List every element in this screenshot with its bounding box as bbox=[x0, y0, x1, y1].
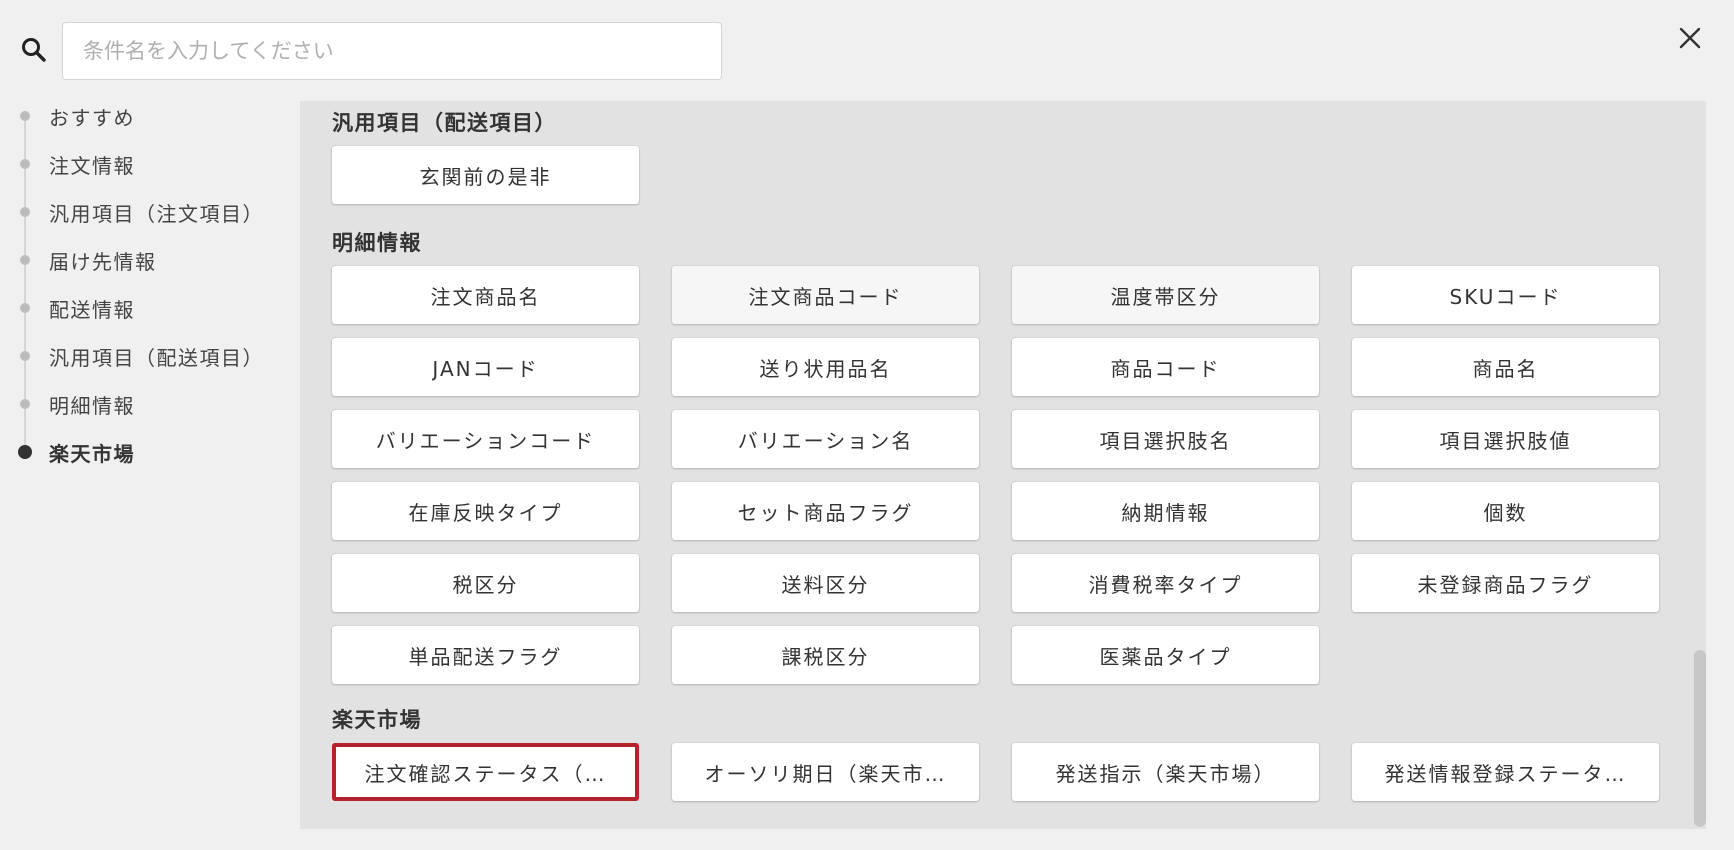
condition-button[interactable]: オーソリ期日（楽天市… bbox=[672, 743, 979, 801]
condition-button[interactable]: 送料区分 bbox=[672, 554, 979, 612]
condition-button[interactable]: 玄関前の是非 bbox=[332, 146, 639, 204]
condition-label: 項目選択肢名 bbox=[1099, 428, 1232, 453]
condition-label: 消費税率タイプ bbox=[1088, 572, 1243, 597]
nav-item-label: 汎用項目（配送項目） bbox=[49, 345, 264, 370]
nav-dot bbox=[20, 111, 30, 121]
condition-label: 注文商品コード bbox=[748, 284, 903, 309]
condition-button[interactable]: 項目選択肢値 bbox=[1352, 410, 1659, 468]
nav-dot bbox=[20, 159, 30, 169]
condition-label: バリエーション名 bbox=[737, 428, 914, 453]
condition-button[interactable]: SKUコード bbox=[1352, 266, 1659, 324]
nav-item-label: 汎用項目（注文項目） bbox=[49, 201, 264, 226]
nav-item-rakuten[interactable]: 楽天市場 bbox=[0, 432, 135, 472]
nav-item-recommended[interactable]: おすすめ bbox=[0, 96, 135, 136]
condition-label: 注文確認ステータス（… bbox=[364, 761, 607, 786]
scrollbar-thumb[interactable] bbox=[1694, 650, 1706, 827]
condition-button[interactable]: 税区分 bbox=[332, 554, 639, 612]
nav-item-label: 明細情報 bbox=[49, 393, 135, 418]
condition-button[interactable]: バリエーションコード bbox=[332, 410, 639, 468]
nav-dot bbox=[20, 351, 30, 361]
close-button[interactable] bbox=[1672, 22, 1708, 58]
condition-button[interactable]: 注文商品名 bbox=[332, 266, 639, 324]
condition-button-selected[interactable]: 注文確認ステータス（… bbox=[332, 743, 639, 801]
condition-button[interactable]: 個数 bbox=[1352, 482, 1659, 540]
condition-button[interactable]: 発送指示（楽天市場） bbox=[1012, 743, 1319, 801]
condition-button[interactable]: 商品コード bbox=[1012, 338, 1319, 396]
search-icon bbox=[20, 36, 48, 64]
condition-label: 商品名 bbox=[1472, 356, 1539, 381]
condition-label: 温度帯区分 bbox=[1110, 284, 1221, 309]
nav-item-delivery-info[interactable]: 配送情報 bbox=[0, 288, 135, 328]
condition-button[interactable]: 在庫反映タイプ bbox=[332, 482, 639, 540]
condition-button[interactable]: 項目選択肢名 bbox=[1012, 410, 1319, 468]
nav-dot bbox=[20, 207, 30, 217]
conditions-panel: 汎用項目（配送項目） 玄関前の是非 明細情報 注文商品名 注文商品コード 温度帯… bbox=[300, 101, 1706, 829]
condition-label: 課税区分 bbox=[781, 644, 870, 669]
condition-button[interactable]: 消費税率タイプ bbox=[1012, 554, 1319, 612]
condition-label: SKUコード bbox=[1449, 284, 1562, 309]
condition-label: JANコード bbox=[432, 356, 539, 381]
condition-button[interactable]: 医薬品タイプ bbox=[1012, 626, 1319, 684]
nav-item-label: 届け先情報 bbox=[49, 249, 157, 274]
condition-button[interactable]: JANコード bbox=[332, 338, 639, 396]
condition-button[interactable]: 納期情報 bbox=[1012, 482, 1319, 540]
nav-item-delivery-generic[interactable]: 汎用項目（配送項目） bbox=[0, 336, 264, 376]
condition-label: セット商品フラグ bbox=[737, 500, 914, 525]
nav-dot bbox=[20, 255, 30, 265]
condition-button[interactable]: 単品配送フラグ bbox=[332, 626, 639, 684]
condition-button[interactable]: 送り状用品名 bbox=[672, 338, 979, 396]
condition-label: 発送指示（楽天市場） bbox=[1055, 761, 1276, 786]
condition-label: 未登録商品フラグ bbox=[1417, 572, 1594, 597]
condition-button[interactable]: 温度帯区分 bbox=[1012, 266, 1319, 324]
condition-button[interactable]: セット商品フラグ bbox=[672, 482, 979, 540]
nav-item-label: 配送情報 bbox=[49, 297, 135, 322]
nav-dot-active bbox=[18, 445, 32, 459]
condition-label: 送り状用品名 bbox=[759, 356, 892, 381]
nav-item-details[interactable]: 明細情報 bbox=[0, 384, 135, 424]
search-input[interactable] bbox=[62, 22, 722, 80]
condition-button[interactable]: 商品名 bbox=[1352, 338, 1659, 396]
condition-label: バリエーションコード bbox=[375, 428, 596, 453]
section-title-delivery-generic: 汎用項目（配送項目） bbox=[332, 111, 557, 135]
nav-item-order-generic[interactable]: 汎用項目（注文項目） bbox=[0, 192, 264, 232]
condition-label: オーソリ期日（楽天市… bbox=[704, 761, 947, 786]
condition-label: 注文商品名 bbox=[430, 284, 541, 309]
condition-button[interactable]: 課税区分 bbox=[672, 626, 979, 684]
condition-button[interactable]: バリエーション名 bbox=[672, 410, 979, 468]
condition-label: 単品配送フラグ bbox=[408, 644, 563, 669]
condition-label: 在庫反映タイプ bbox=[408, 500, 563, 525]
section-title-details: 明細情報 bbox=[332, 231, 422, 255]
condition-button[interactable]: 発送情報登録ステータ… bbox=[1352, 743, 1659, 801]
section-title-rakuten: 楽天市場 bbox=[332, 708, 422, 732]
nav-dot bbox=[20, 303, 30, 313]
condition-label: 納期情報 bbox=[1121, 500, 1210, 525]
nav-item-label: おすすめ bbox=[49, 105, 135, 130]
condition-label: 項目選択肢値 bbox=[1439, 428, 1572, 453]
condition-label: 税区分 bbox=[452, 572, 519, 597]
condition-label: 発送情報登録ステータ… bbox=[1384, 761, 1627, 786]
condition-button[interactable]: 注文商品コード bbox=[672, 266, 979, 324]
condition-label: 送料区分 bbox=[781, 572, 870, 597]
nav-item-destination-info[interactable]: 届け先情報 bbox=[0, 240, 157, 280]
condition-button[interactable]: 未登録商品フラグ bbox=[1352, 554, 1659, 612]
nav-item-order-info[interactable]: 注文情報 bbox=[0, 144, 135, 184]
nav-item-label: 楽天市場 bbox=[49, 441, 135, 466]
condition-label: 医薬品タイプ bbox=[1099, 644, 1232, 669]
nav-dot bbox=[20, 399, 30, 409]
condition-label: 商品コード bbox=[1110, 356, 1221, 381]
close-icon bbox=[1679, 27, 1701, 53]
condition-label: 個数 bbox=[1483, 500, 1528, 525]
nav-item-label: 注文情報 bbox=[49, 153, 135, 178]
condition-label: 玄関前の是非 bbox=[419, 164, 552, 189]
